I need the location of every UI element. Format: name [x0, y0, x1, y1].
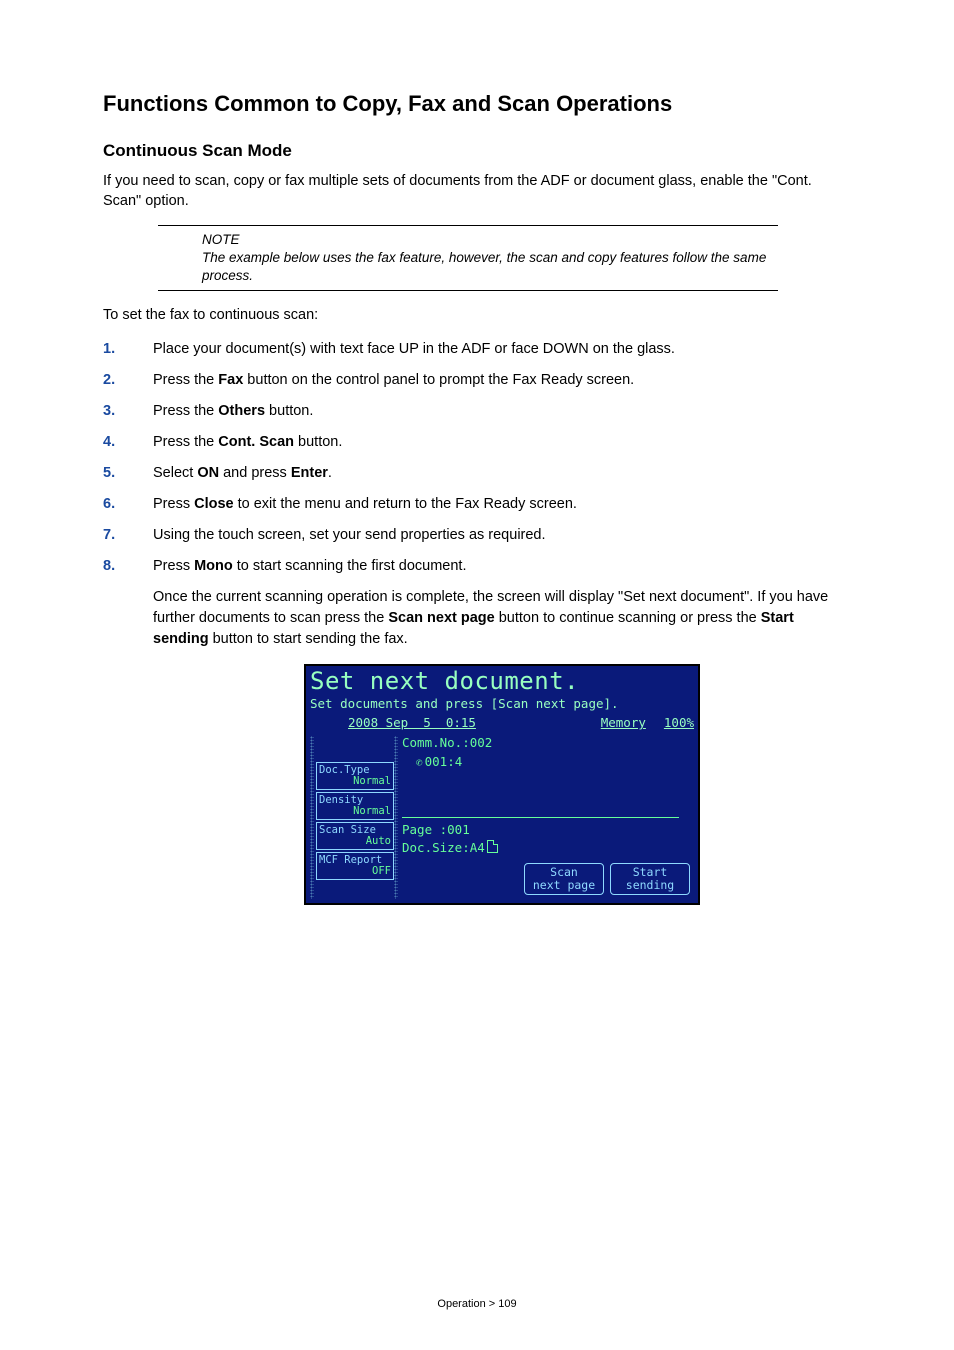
step-8: Press Mono to start scanning the first d… — [103, 556, 851, 905]
section-title: Functions Common to Copy, Fax and Scan O… — [103, 90, 851, 119]
step-4: Press the Cont. Scan button. — [103, 432, 851, 453]
step-6: Press Close to exit the menu and return … — [103, 494, 851, 515]
note-label: NOTE — [202, 232, 778, 247]
tab-density[interactable]: Density Normal — [316, 792, 394, 820]
screen-docsize-line: Doc.Size:A4 — [402, 839, 694, 857]
scan-next-page-button[interactable]: Scan next page — [524, 863, 604, 895]
steps-intro: To set the fax to continuous scan: — [103, 305, 851, 325]
screen-status-row: 2008 Sep 5 0:15 Memory 100% — [310, 714, 694, 732]
step-7: Using the touch screen, set your send pr… — [103, 525, 851, 546]
screen-comm-no: Comm.No.:002 — [402, 734, 694, 752]
step-8-follow-paragraph: Once the current scanning operation is c… — [153, 587, 851, 650]
start-sending-button[interactable]: Start sending — [610, 863, 690, 895]
screen-dial: ✆001:4 — [402, 753, 694, 771]
screen-subtitle: Set documents and press [Scan next page]… — [310, 695, 694, 713]
device-screen: Set next document. Set documents and pre… — [304, 664, 700, 905]
page-icon — [487, 840, 498, 853]
tab-doc-type[interactable]: Doc.Type Normal — [316, 762, 394, 790]
tab-mcf-report[interactable]: MCF Report OFF — [316, 852, 394, 880]
note-text: The example below uses the fax feature, … — [202, 249, 778, 285]
tab-scan-size[interactable]: Scan Size Auto — [316, 822, 394, 850]
page-footer: Operation > 109 — [0, 1298, 954, 1310]
step-5: Select ON and press Enter. — [103, 463, 851, 484]
step-1: Place your document(s) with text face UP… — [103, 339, 851, 360]
screen-left-tabs: Doc.Type Normal Density Normal Scan Size… — [310, 736, 394, 900]
screen-datetime: 2008 Sep 5 0:15 — [348, 714, 476, 732]
step-3: Press the Others button. — [103, 401, 851, 422]
screen-title: Set next document. — [310, 669, 694, 694]
screen-memory-percent: 100% — [664, 714, 694, 732]
screen-memory-label: Memory — [601, 714, 646, 732]
note-block: NOTE The example below uses the fax feat… — [158, 225, 778, 290]
steps-list: Place your document(s) with text face UP… — [103, 339, 851, 905]
phone-icon: ✆ — [416, 756, 423, 769]
intro-paragraph: If you need to scan, copy or fax multipl… — [103, 171, 851, 212]
step-2: Press the Fax button on the control pane… — [103, 370, 851, 391]
section-subtitle: Continuous Scan Mode — [103, 141, 851, 161]
screen-page-line: Page :001 — [402, 821, 694, 839]
